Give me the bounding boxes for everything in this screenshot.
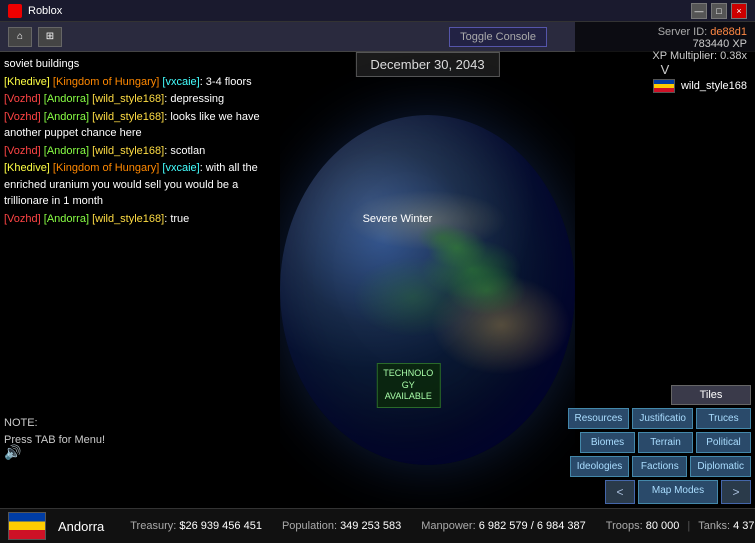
troops-value: 80 000 xyxy=(646,520,680,532)
chat-part: [Andorra] xyxy=(41,145,92,157)
treasury-value: $26 939 456 451 xyxy=(179,520,262,532)
button-row-3: Ideologies Factions Diplomatic xyxy=(570,456,751,477)
roblox-logo-icon xyxy=(8,4,22,18)
home-icon: ⌂ xyxy=(17,31,23,42)
date-display: December 30, 2043 xyxy=(355,52,499,77)
tech-line1: TECHNOLO xyxy=(383,368,433,380)
technology-box: TECHNOLO GY AVAILABLE xyxy=(376,363,440,408)
terrain-button[interactable]: Terrain xyxy=(638,432,693,453)
home-button[interactable]: ⌂ xyxy=(8,27,32,47)
chat-line: [Khedive] [Kingdom of Hungary] [vxcaie]:… xyxy=(4,74,276,91)
xp-value: 783440 XP xyxy=(693,38,747,50)
biomes-button[interactable]: Biomes xyxy=(580,432,635,453)
maximize-button[interactable]: □ xyxy=(711,3,727,19)
prev-map-mode-button[interactable]: < xyxy=(605,480,635,504)
globe-area: December 30, 2043 Severe Winter TECHNOLO… xyxy=(280,52,575,508)
chat-part: [Vozhd] xyxy=(4,93,41,105)
chat-line: [Vozhd] [Andorra] [wild_style168]: depre… xyxy=(4,91,276,108)
chat-part: [Khedive] xyxy=(4,162,50,174)
button-row-1: Resources Justificatio Truces xyxy=(568,408,752,429)
chat-part: [Khedive] xyxy=(4,76,50,88)
xp-row: 783440 XP xyxy=(583,38,747,50)
population-label: Population: xyxy=(282,520,337,532)
chat-line: [Vozhd] [Andorra] [wild_style168]: looks… xyxy=(4,109,276,142)
manpower-item: Manpower: 6 982 579 / 6 984 387 xyxy=(415,520,592,532)
treasury-label: Treasury: xyxy=(130,520,176,532)
chat-part: soviet buildings xyxy=(4,58,79,70)
chat-line: soviet buildings xyxy=(4,56,276,73)
country-name: Andorra xyxy=(58,519,104,534)
chat-part: [wild_style168] xyxy=(92,145,164,157)
server-id-label: Server ID: xyxy=(658,26,708,38)
globe[interactable]: Severe Winter xyxy=(280,115,575,465)
titlebar-left: Roblox xyxy=(8,4,62,18)
population-item: Population: 349 253 583 xyxy=(276,520,407,532)
tech-line2: GY xyxy=(383,380,433,392)
title-bar: Roblox — □ × xyxy=(0,0,755,22)
chat-part: [Vozhd] xyxy=(4,145,41,157)
chat-line: [Vozhd] [Andorra] [wild_style168]: scotl… xyxy=(4,143,276,160)
chat-line: [Vozhd] [Andorra] [wild_style168]: true xyxy=(4,211,276,228)
troops-label: Troops: xyxy=(606,520,643,532)
chat-part: : true xyxy=(164,213,189,225)
resources-button[interactable]: Resources xyxy=(568,408,630,429)
close-button[interactable]: × xyxy=(731,3,747,19)
justification-button[interactable]: Justificatio xyxy=(632,408,693,429)
factions-button[interactable]: Factions xyxy=(632,456,687,477)
political-button[interactable]: Political xyxy=(696,432,751,453)
button-row-2: Biomes Terrain Political xyxy=(580,432,751,453)
toggle-console-button[interactable]: Toggle Console xyxy=(449,27,547,47)
right-panel: Tiles Resources Justificatio Truces Biom… xyxy=(575,52,755,508)
chat-panel: soviet buildings [Khedive] [Kingdom of Hu… xyxy=(0,52,280,508)
chat-line: [Khedive] [Kingdom of Hungary] [vxcaie]:… xyxy=(4,160,276,210)
next-map-mode-button[interactable]: > xyxy=(721,480,751,504)
button-row-4: < Map Modes > xyxy=(605,480,751,504)
truces-button[interactable]: Truces xyxy=(696,408,751,429)
tanks-value: 4 379 xyxy=(733,520,755,532)
chat-part: : depressing xyxy=(164,93,224,105)
chat-part: [Andorra] xyxy=(41,213,92,225)
chat-part: [Andorra] xyxy=(41,93,92,105)
severe-winter-label: Severe Winter xyxy=(363,213,433,225)
server-id-value: de88d1 xyxy=(710,26,747,38)
chat-part: [Andorra] xyxy=(41,111,92,123)
chat-part: [wild_style168] xyxy=(92,93,164,105)
treasury-item: Treasury: $26 939 456 451 xyxy=(124,520,268,532)
main-area: soviet buildings [Khedive] [Kingdom of Hu… xyxy=(0,52,755,508)
chat-part: [Vozhd] xyxy=(4,213,41,225)
chat-part: [wild_style168] xyxy=(92,111,164,123)
ideologies-button[interactable]: Ideologies xyxy=(570,456,630,477)
manpower-label: Manpower: xyxy=(421,520,475,532)
chat-part: : 3-4 floors xyxy=(200,76,252,88)
sound-icon[interactable]: 🔊 xyxy=(4,442,21,463)
note-line1: NOTE: xyxy=(4,415,105,432)
diplomatic-button[interactable]: Diplomatic xyxy=(690,456,751,477)
country-flag xyxy=(8,512,46,540)
grid-button[interactable]: ⊞ xyxy=(38,27,62,47)
tiles-button[interactable]: Tiles xyxy=(671,385,751,405)
chat-part: [vxcaie] xyxy=(162,76,199,88)
population-value: 349 253 583 xyxy=(340,520,401,532)
chat-part: [wild_style168] xyxy=(92,213,164,225)
chat-part: [Vozhd] xyxy=(4,111,41,123)
chat-messages: soviet buildings [Khedive] [Kingdom of Hu… xyxy=(4,56,276,227)
troops-item: Troops: 80 000 xyxy=(600,520,686,532)
tanks-item: Tanks: 4 379 xyxy=(692,520,755,532)
tech-line3: AVAILABLE xyxy=(383,391,433,403)
tiles-button-wrap: Tiles xyxy=(671,385,751,405)
titlebar-controls[interactable]: — □ × xyxy=(691,3,747,19)
titlebar-title: Roblox xyxy=(28,5,62,17)
tanks-label: Tanks: xyxy=(698,520,730,532)
chat-part: [vxcaie] xyxy=(162,162,199,174)
chat-part: : scotlan xyxy=(164,145,205,157)
status-bar: Andorra Treasury: $26 939 456 451 Popula… xyxy=(0,508,755,543)
grid-icon: ⊞ xyxy=(46,31,54,42)
minimize-button[interactable]: — xyxy=(691,3,707,19)
server-id-row: Server ID: de88d1 xyxy=(583,26,747,38)
chat-part: [Kingdom of Hungary] xyxy=(50,76,163,88)
map-modes-button[interactable]: Map Modes xyxy=(638,480,718,504)
chat-part: [Kingdom of Hungary] xyxy=(50,162,163,174)
manpower-value: 6 982 579 / 6 984 387 xyxy=(479,520,586,532)
